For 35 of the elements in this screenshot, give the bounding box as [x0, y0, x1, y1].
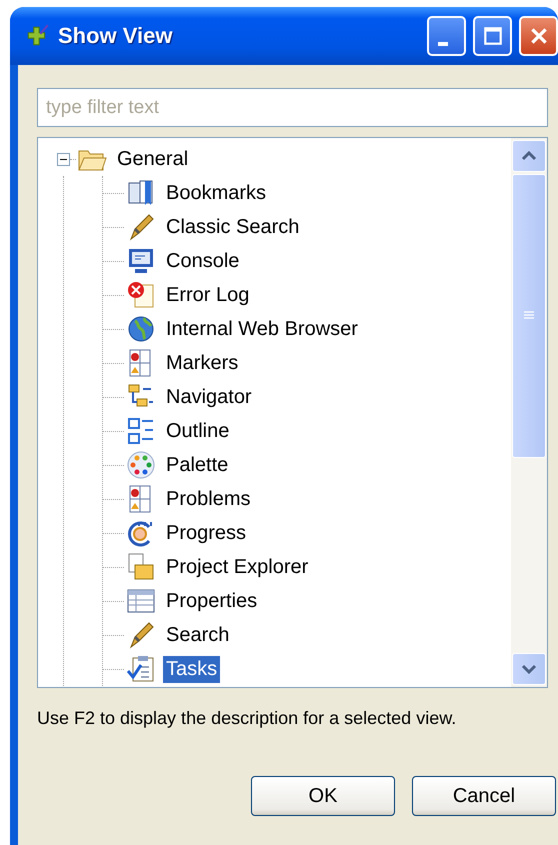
tree-item[interactable]: Console [163, 248, 242, 274]
tree-item[interactable]: Internal Web Browser [163, 316, 361, 342]
tree-item[interactable]: Bookmarks [163, 180, 270, 206]
description-text: Use F2 to display the description for a selected view. [37, 708, 458, 729]
palette-icon [125, 449, 157, 481]
filter-field[interactable]: type filter text [37, 88, 548, 127]
collapse-icon[interactable] [57, 152, 70, 166]
tree-item[interactable]: Error Log [163, 282, 252, 308]
tree-item[interactable]: Outline [163, 418, 232, 444]
tree-item[interactable]: Classic Search [163, 214, 302, 240]
tree-item[interactable]: Tasks [163, 656, 220, 682]
scrollbar[interactable] [511, 138, 547, 687]
dialog-button[interactable]: Cancel [412, 776, 556, 816]
tree-item[interactable]: General [114, 146, 192, 172]
maximize-button[interactable] [473, 16, 512, 56]
caret-down-icon [521, 664, 537, 674]
tree-item[interactable]: Search [163, 622, 232, 648]
close-button[interactable] [519, 16, 558, 56]
minimize-icon [438, 42, 448, 46]
tree-item[interactable]: Markers [163, 350, 242, 376]
scroll-up-button[interactable] [512, 140, 546, 172]
tree-item[interactable]: Problems [163, 486, 254, 512]
minimize-button[interactable] [427, 16, 466, 56]
tree-item[interactable]: Progress [163, 520, 250, 546]
tree-item[interactable]: Project Explorer [163, 554, 312, 580]
scroll-thumb[interactable] [512, 174, 546, 458]
grip-icon [523, 311, 535, 321]
tree-item[interactable]: Navigator [163, 384, 255, 410]
dialog-button[interactable]: OK [251, 776, 395, 816]
scroll-down-button[interactable] [512, 653, 546, 685]
window-title: Show View [58, 23, 174, 49]
maximize-icon [482, 25, 504, 47]
tree-item[interactable]: Palette [163, 452, 232, 478]
caret-up-icon [521, 151, 537, 161]
tree-item[interactable]: Properties [163, 588, 260, 614]
